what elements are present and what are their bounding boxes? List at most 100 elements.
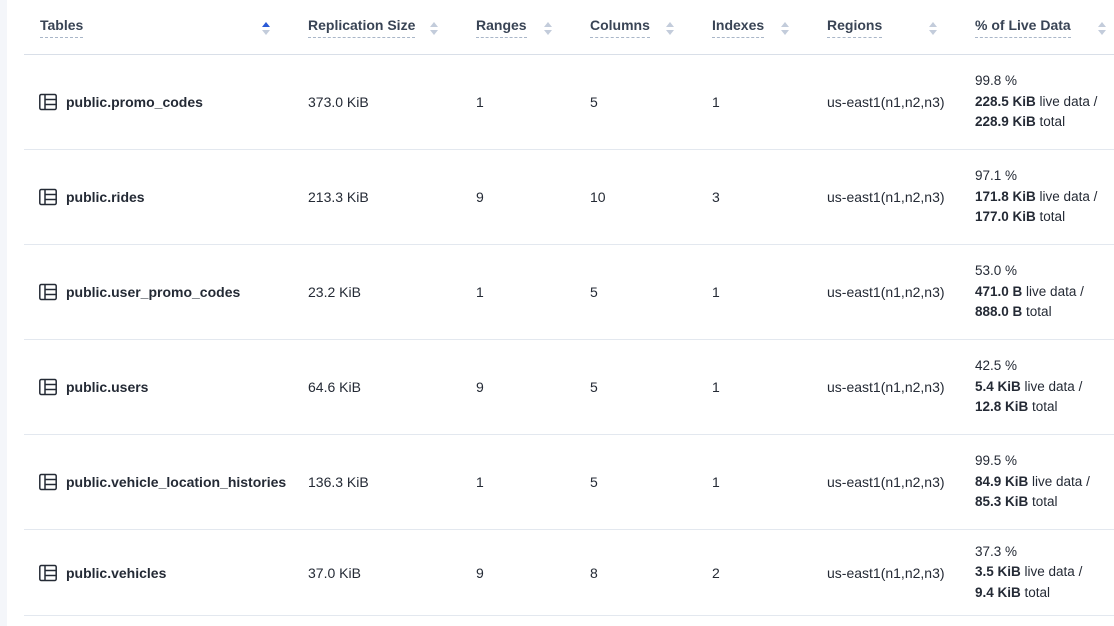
- tables-table: Tables Replication Size Ranges Columns I…: [24, 0, 1114, 616]
- live-percent: 99.5 %: [975, 451, 1104, 472]
- column-header-label: Tables: [40, 17, 83, 38]
- replication-size-cell: 23.2 KiB: [308, 284, 476, 300]
- table-body: public.promo_codes 373.0 KiB 1 5 1 us-ea…: [24, 55, 1114, 616]
- table-name: public.users: [66, 379, 148, 395]
- column-header-indexes[interactable]: Indexes: [712, 17, 827, 38]
- total-data-line: 177.0 KiB total: [975, 207, 1104, 228]
- column-header-replication-size[interactable]: Replication Size: [308, 17, 476, 38]
- sort-icon: [262, 22, 270, 35]
- live-data-cell: 53.0 % 471.0 B live data / 888.0 B total: [975, 261, 1114, 323]
- table-name: public.vehicle_location_histories: [66, 474, 286, 490]
- column-header-label: % of Live Data: [975, 17, 1071, 38]
- table-name: public.user_promo_codes: [66, 284, 240, 300]
- table-row: public.rides 213.3 KiB 9 10 3 us-east1(n…: [24, 150, 1114, 245]
- total-data-line: 228.9 KiB total: [975, 112, 1104, 133]
- ranges-cell: 9: [476, 565, 590, 581]
- table-header-row: Tables Replication Size Ranges Columns I…: [24, 0, 1114, 55]
- column-header-regions[interactable]: Regions: [827, 17, 975, 38]
- indexes-cell: 1: [712, 379, 827, 395]
- indexes-cell: 1: [712, 94, 827, 110]
- live-data-cell: 97.1 % 171.8 KiB live data / 177.0 KiB t…: [975, 166, 1114, 228]
- ranges-cell: 1: [476, 284, 590, 300]
- total-data-line: 888.0 B total: [975, 302, 1104, 323]
- replication-size-cell: 373.0 KiB: [308, 94, 476, 110]
- table-icon: [38, 187, 58, 207]
- replication-size-cell: 64.6 KiB: [308, 379, 476, 395]
- column-header-columns[interactable]: Columns: [590, 17, 712, 38]
- ranges-cell: 9: [476, 189, 590, 205]
- columns-cell: 5: [590, 379, 712, 395]
- column-header-ranges[interactable]: Ranges: [476, 17, 590, 38]
- column-header-live-data[interactable]: % of Live Data: [975, 17, 1114, 38]
- live-data-line: 228.5 KiB live data /: [975, 92, 1104, 113]
- table-row: public.vehicle_location_histories 136.3 …: [24, 435, 1114, 530]
- columns-cell: 5: [590, 94, 712, 110]
- table-name-cell[interactable]: public.vehicles: [24, 563, 308, 583]
- sort-icon: [929, 22, 937, 35]
- regions-cell: us-east1(n1,n2,n3): [827, 284, 975, 300]
- live-data-line: 471.0 B live data /: [975, 282, 1104, 303]
- live-data-line: 84.9 KiB live data /: [975, 472, 1104, 493]
- live-data-cell: 99.8 % 228.5 KiB live data / 228.9 KiB t…: [975, 71, 1114, 133]
- table-name-cell[interactable]: public.users: [24, 377, 308, 397]
- replication-size-cell: 213.3 KiB: [308, 189, 476, 205]
- live-percent: 97.1 %: [975, 166, 1104, 187]
- sort-icon: [1098, 22, 1106, 35]
- live-percent: 42.5 %: [975, 356, 1104, 377]
- live-data-line: 5.4 KiB live data /: [975, 377, 1104, 398]
- columns-cell: 8: [590, 565, 712, 581]
- total-data-line: 85.3 KiB total: [975, 492, 1104, 513]
- columns-cell: 5: [590, 284, 712, 300]
- column-header-label: Replication Size: [308, 17, 415, 38]
- table-icon: [38, 92, 58, 112]
- regions-cell: us-east1(n1,n2,n3): [827, 565, 975, 581]
- column-header-label: Columns: [590, 17, 650, 38]
- live-data-line: 171.8 KiB live data /: [975, 187, 1104, 208]
- indexes-cell: 3: [712, 189, 827, 205]
- column-header-label: Ranges: [476, 17, 527, 38]
- column-header-tables[interactable]: Tables: [24, 17, 308, 38]
- ranges-cell: 1: [476, 94, 590, 110]
- live-percent: 53.0 %: [975, 261, 1104, 282]
- regions-cell: us-east1(n1,n2,n3): [827, 379, 975, 395]
- live-data-cell: 37.3 % 3.5 KiB live data / 9.4 KiB total: [975, 542, 1114, 604]
- replication-size-cell: 136.3 KiB: [308, 474, 476, 490]
- replication-size-cell: 37.0 KiB: [308, 565, 476, 581]
- table-name-cell[interactable]: public.user_promo_codes: [24, 282, 308, 302]
- table-icon: [38, 377, 58, 397]
- live-data-line: 3.5 KiB live data /: [975, 562, 1104, 583]
- table-name-cell[interactable]: public.vehicle_location_histories: [24, 472, 308, 492]
- sort-icon: [781, 22, 789, 35]
- table-icon: [38, 472, 58, 492]
- table-name-cell[interactable]: public.promo_codes: [24, 92, 308, 112]
- page-left-gutter: [0, 0, 7, 626]
- columns-cell: 5: [590, 474, 712, 490]
- regions-cell: us-east1(n1,n2,n3): [827, 94, 975, 110]
- regions-cell: us-east1(n1,n2,n3): [827, 474, 975, 490]
- table-icon: [38, 563, 58, 583]
- sort-icon: [430, 22, 438, 35]
- indexes-cell: 1: [712, 284, 827, 300]
- table-name: public.rides: [66, 189, 145, 205]
- column-header-label: Indexes: [712, 17, 764, 38]
- table-row: public.user_promo_codes 23.2 KiB 1 5 1 u…: [24, 245, 1114, 340]
- ranges-cell: 1: [476, 474, 590, 490]
- table-row: public.promo_codes 373.0 KiB 1 5 1 us-ea…: [24, 55, 1114, 150]
- live-percent: 99.8 %: [975, 71, 1104, 92]
- indexes-cell: 2: [712, 565, 827, 581]
- live-data-cell: 99.5 % 84.9 KiB live data / 85.3 KiB tot…: [975, 451, 1114, 513]
- live-data-cell: 42.5 % 5.4 KiB live data / 12.8 KiB tota…: [975, 356, 1114, 418]
- table-row: public.vehicles 37.0 KiB 9 8 2 us-east1(…: [24, 530, 1114, 616]
- live-percent: 37.3 %: [975, 542, 1104, 563]
- table-icon: [38, 282, 58, 302]
- regions-cell: us-east1(n1,n2,n3): [827, 189, 975, 205]
- column-header-label: Regions: [827, 17, 882, 38]
- table-name-cell[interactable]: public.rides: [24, 187, 308, 207]
- columns-cell: 10: [590, 189, 712, 205]
- ranges-cell: 9: [476, 379, 590, 395]
- table-name: public.promo_codes: [66, 94, 203, 110]
- indexes-cell: 1: [712, 474, 827, 490]
- sort-icon: [666, 22, 674, 35]
- table-name: public.vehicles: [66, 565, 166, 581]
- total-data-line: 12.8 KiB total: [975, 397, 1104, 418]
